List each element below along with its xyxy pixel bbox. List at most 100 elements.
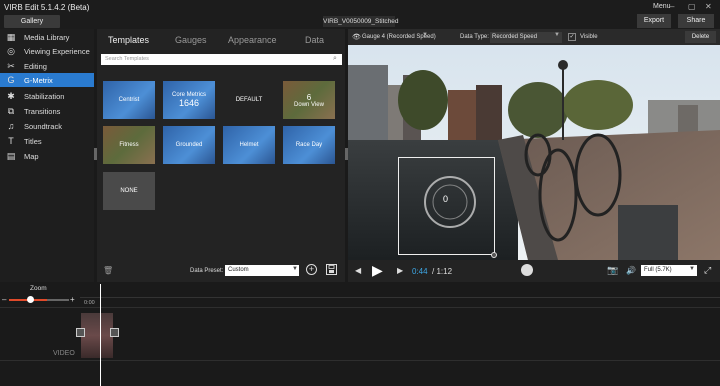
sidebar-item-label: Transitions [24,106,61,116]
template-value: 1646 [178,98,200,108]
sidebar-item-label: Stabilization [24,91,65,101]
sidebar-item-viewing-experience[interactable]: ◎ Viewing Experience [0,44,94,58]
resize-handle-icon[interactable] [491,252,497,258]
gallery-button[interactable]: Gallery [4,15,60,28]
playhead[interactable] [100,284,101,386]
sidebar-item-stabilization[interactable]: ✱ Stabilization [0,89,94,103]
data-type-label: Data Type: [460,34,489,40]
sidebar-item-label: Viewing Experience [24,46,90,56]
time-current: 0:44 [412,267,428,276]
template-fitness[interactable]: Fitness [103,126,155,164]
sidebar-item-label: Titles [24,136,42,146]
zoom-out-icon[interactable]: – [2,295,6,304]
sidebar-item-map[interactable]: ▤ Map [0,149,94,163]
visible-label: Visible [580,34,598,40]
template-label: Grounded [175,142,203,148]
chevron-down-icon: ▼ [422,32,428,38]
eye-icon: 👁 [352,34,361,41]
tab-gauges[interactable]: Gauges [175,35,207,45]
video-clip[interactable] [81,313,113,358]
search-input[interactable]: Search Templates [101,54,342,65]
titles-icon: T [8,136,14,146]
volume-icon[interactable]: 🔊 [626,266,636,275]
data-type-select[interactable]: Recorded Speed [490,32,562,43]
template-label: Fitness [119,142,139,148]
template-grounded[interactable]: Grounded [163,126,215,164]
camera-icon[interactable]: 📷 [607,265,618,276]
gmetrix-icon: G [7,75,15,85]
sidebar-item-transitions[interactable]: ⧉ Transitions [0,104,94,118]
data-preset-label: Data Preset: [190,268,224,274]
tab-templates[interactable]: Templates [108,35,149,45]
play-icon[interactable]: ▶ [372,262,383,279]
divider [0,360,720,361]
template-default[interactable]: DEFAULT [223,81,275,119]
template-label: Down View [294,101,324,108]
clip-trim-start-icon[interactable] [76,328,85,337]
ruler-start-label: 0:00 [84,300,95,306]
template-race-day[interactable]: Race Day [283,126,335,164]
template-label: NONE [120,188,138,194]
close-icon[interactable]: ✕ [705,2,712,11]
zoom-slider-handle[interactable] [27,296,34,303]
template-none[interactable]: NONE [103,172,155,210]
clip-trim-end-icon[interactable] [110,328,119,337]
gauge-selection-box[interactable] [398,157,495,255]
sidebar-item-editing[interactable]: ✂ Editing [0,59,94,73]
app-title: VIRB Edit 5.1.4.2 (Beta) [4,3,90,12]
template-value: 6 [306,92,312,102]
minimize-icon[interactable]: – [670,2,674,11]
save-icon[interactable] [326,264,337,275]
template-core-metrics[interactable]: Core Metrics 1646 [163,81,215,119]
divider [0,307,720,308]
sidebar-item-label: G-Metrix [24,75,53,85]
previous-frame-icon[interactable]: ◀ [355,266,361,275]
menu-button[interactable]: Menu [653,3,671,10]
sidebar-item-titles[interactable]: T Titles [0,134,94,148]
sidebar-item-media-library[interactable]: ▦ Media Library [0,30,94,44]
template-down-view[interactable]: 6 Down View [283,81,335,119]
video-track-label: VIDEO [53,350,75,357]
zoom-slider-track [47,299,69,301]
tab-appearance[interactable]: Appearance [228,35,277,45]
gauge-value: 0 [443,194,449,204]
zoom-in-icon[interactable]: + [70,295,75,304]
sidebar-item-g-metrix[interactable]: G G-Metrix [0,73,94,87]
export-button[interactable]: Export [637,14,671,28]
music-icon: ♫ [7,121,15,131]
template-label: Race Day [295,142,323,148]
tab-data[interactable]: Data [305,35,324,45]
share-button[interactable]: Share [678,14,714,28]
map-icon: ▤ [6,150,16,161]
stabilization-icon: ✱ [7,90,15,101]
gauge-select[interactable]: Gauge 4 (Recorded Speed) [362,32,446,43]
globe-icon: ◎ [7,45,15,56]
chevron-down-icon: ▼ [689,266,695,272]
fullscreen-icon[interactable]: ⤢ [704,265,711,276]
sidebar-item-label: Soundtrack [24,121,62,131]
search-icon[interactable]: ⌕ [333,55,337,63]
scissors-icon: ✂ [7,60,15,71]
zoom-label: Zoom [30,285,47,292]
delete-button[interactable]: Delete [685,31,716,43]
maximize-icon[interactable]: ▢ [688,2,696,11]
view-orientation-icon[interactable] [521,264,533,276]
film-icon: ▦ [6,31,16,42]
add-icon[interactable]: + [306,264,317,275]
title-bar [0,0,720,14]
sidebar-item-label: Editing [24,61,47,71]
ruler [80,297,720,298]
template-label: Centrist [118,97,140,103]
project-name: VIRB_V0050009_Stitched [323,16,399,27]
data-preset-select[interactable]: Custom [225,265,299,276]
chevron-down-icon: ▼ [292,266,298,272]
template-helmet[interactable]: Helmet [223,126,275,164]
chevron-down-icon: ▼ [554,32,560,38]
template-centrist[interactable]: Centrist [103,81,155,119]
sidebar-item-label: Media Library [24,32,70,42]
visible-checkbox[interactable]: ✓ [568,33,576,41]
trash-icon[interactable]: 🗑 [103,266,113,275]
template-label: Helmet [239,142,259,148]
sidebar-item-soundtrack[interactable]: ♫ Soundtrack [0,119,94,133]
next-frame-icon[interactable]: ▶ [397,266,403,275]
